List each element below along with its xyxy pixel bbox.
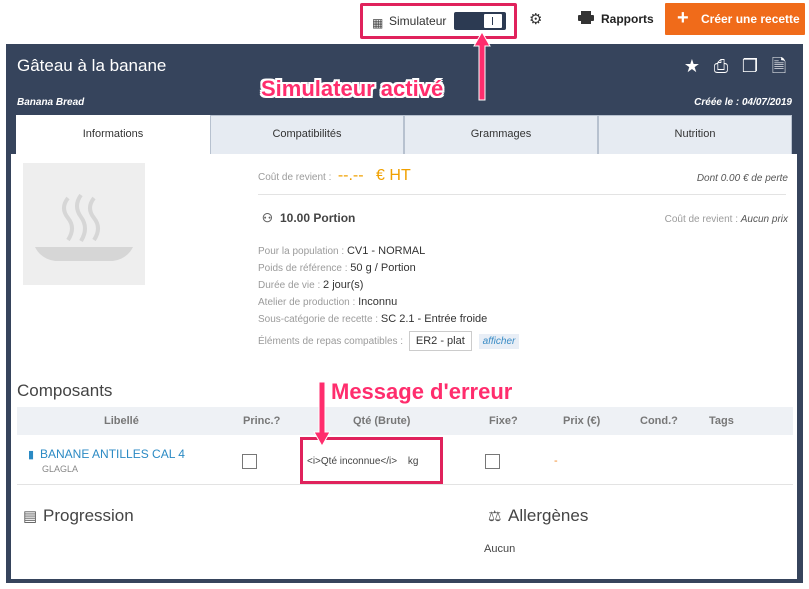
allergenes-label: Allergènes xyxy=(508,506,589,525)
allergenes-value: Aucun xyxy=(484,543,516,555)
recipe-subtitle: Banana Bread xyxy=(17,97,85,108)
atelier-line: Atelier de production : Inconnu xyxy=(258,296,397,308)
simulator-toggle-box[interactable]: ▦ Simulateur xyxy=(360,3,517,39)
cost2-label: Coût de revient : xyxy=(664,214,738,225)
plus-icon: + xyxy=(677,7,689,29)
component-sub: GLAGLA xyxy=(42,464,79,474)
elements-label: Éléments de repas compatibles : xyxy=(258,336,404,347)
print-icon[interactable]: ⎙ xyxy=(711,56,731,76)
col-tags: Tags xyxy=(709,415,734,427)
simulator-label: Simulateur xyxy=(389,14,447,28)
population-value: CV1 - NORMAL xyxy=(346,245,426,257)
component-link[interactable]: ▮ BANANE ANTILLES CAL 4 xyxy=(28,447,185,461)
duree-label: Durée de vie : xyxy=(258,280,321,291)
cost-label: Coût de revient : xyxy=(258,172,332,183)
divider xyxy=(258,194,786,195)
poids-label: Poids de référence : xyxy=(258,263,348,274)
elements-line: Éléments de repas compatibles : ER2 - pl… xyxy=(258,331,520,351)
tabs: Informations Compatibilités Grammages Nu… xyxy=(16,115,792,154)
duplicate-icon[interactable]: ❐ xyxy=(740,56,760,76)
duree-value: 2 jour(s) xyxy=(323,279,364,291)
recipe-title: Gâteau à la banane xyxy=(17,56,167,75)
souscat-value: SC 2.1 - Entrée froide xyxy=(380,313,488,325)
row-divider xyxy=(17,484,793,485)
col-libelle: Libellé xyxy=(104,415,139,427)
created-date: Créée le : 04/07/2019 xyxy=(694,97,792,108)
composants-table-header: Libellé Princ.? Qté (Brute) Fixe? Prix (… xyxy=(17,407,793,435)
arrow-up-icon xyxy=(473,30,491,101)
afficher-link[interactable]: afficher xyxy=(478,334,520,349)
portion: ⚇ 10.00 Portion xyxy=(262,211,355,225)
population-label: Pour la population : xyxy=(258,246,345,257)
list-icon: ▤ xyxy=(23,508,38,525)
cost2-value: Aucun prix xyxy=(740,214,788,225)
dish-icon xyxy=(35,193,133,261)
ingredient-icon: ▮ xyxy=(28,449,35,461)
cost-value: --.-- xyxy=(337,167,364,184)
souscat-line: Sous-catégorie de recette : SC 2.1 - Ent… xyxy=(258,313,487,325)
population-line: Pour la population : CV1 - NORMAL xyxy=(258,245,425,257)
progression-title: ▤ Progression xyxy=(23,506,134,526)
header-actions: ★ ⎙ ❐ 🗎 xyxy=(682,56,789,76)
atelier-label: Atelier de production : xyxy=(258,297,356,308)
tab-compatibilites[interactable]: Compatibilités xyxy=(210,115,404,154)
tab-grammages[interactable]: Grammages xyxy=(404,115,598,154)
simulator-switch[interactable] xyxy=(454,12,506,30)
princ-checkbox[interactable] xyxy=(242,454,257,469)
arrow-down-icon xyxy=(313,381,331,448)
composants-title: Composants xyxy=(17,381,113,400)
duree-line: Durée de vie : 2 jour(s) xyxy=(258,279,363,291)
allergenes-title: ⚖ Allergènes xyxy=(488,506,588,526)
poids-value: 50 g / Portion xyxy=(350,262,416,274)
portion-value: 10.00 Portion xyxy=(280,211,356,225)
tab-informations[interactable]: Informations xyxy=(16,115,210,154)
reports-icon xyxy=(578,11,594,24)
col-prix: Prix (€) xyxy=(563,415,601,427)
annotation-error: Message d'erreur xyxy=(331,379,513,404)
tab-nutrition[interactable]: Nutrition xyxy=(598,115,792,154)
star-icon[interactable]: ★ xyxy=(682,56,702,76)
recipe-panel: Gâteau à la banane ★ ⎙ ❐ 🗎 Banana Bread … xyxy=(6,44,803,583)
recipe-image-placeholder xyxy=(23,163,145,285)
cost-unit: € HT xyxy=(376,167,411,184)
calculator-icon: ▦ xyxy=(372,16,384,30)
create-recipe-button[interactable]: + Créer une recette xyxy=(665,3,805,35)
flask-icon: ⚖ xyxy=(488,508,502,525)
gear-icon[interactable]: ⚙ xyxy=(529,10,542,28)
fixe-checkbox[interactable] xyxy=(485,454,500,469)
component-name: BANANE ANTILLES CAL 4 xyxy=(40,447,185,461)
col-fixe: Fixe? xyxy=(489,415,518,427)
price-value: - xyxy=(554,455,558,467)
cost2: Coût de revient : Aucun prix xyxy=(665,214,788,225)
col-princ: Princ.? xyxy=(243,415,281,427)
tab-content: Coût de revient : --.-- € HT Dont 0.00 €… xyxy=(11,154,797,579)
top-bar: ▦ Simulateur ⚙ Rapports + Créer une rece… xyxy=(0,0,809,40)
rapports-link[interactable]: Rapports xyxy=(601,12,654,26)
elements-value: ER2 - plat xyxy=(408,331,472,351)
col-cond: Cond.? xyxy=(640,415,678,427)
annotation-simulator: Simulateur activé xyxy=(261,76,444,101)
switch-knob xyxy=(484,14,502,28)
document-icon[interactable]: 🗎 xyxy=(769,56,789,76)
souscat-label: Sous-catégorie de recette : xyxy=(258,314,379,325)
cost-row: Coût de revient : --.-- € HT xyxy=(258,167,411,185)
users-icon: ⚇ xyxy=(262,211,273,225)
create-recipe-label: Créer une recette xyxy=(701,12,800,26)
col-qte: Qté (Brute) xyxy=(353,415,411,427)
poids-line: Poids de référence : 50 g / Portion xyxy=(258,262,416,274)
progression-label: Progression xyxy=(43,506,134,525)
atelier-value: Inconnu xyxy=(358,296,398,308)
perte-text: Dont 0.00 € de perte xyxy=(696,173,788,184)
